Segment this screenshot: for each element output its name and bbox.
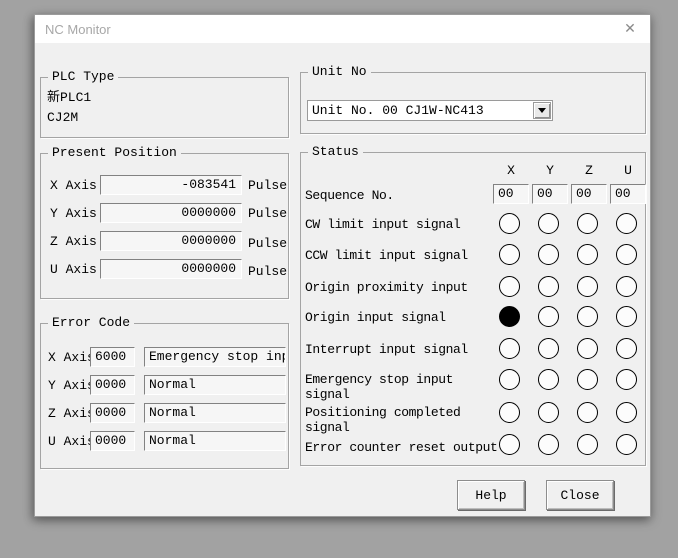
status-indicator (616, 213, 637, 234)
status-indicator (616, 338, 637, 359)
sequence-no-field: 00 (571, 184, 607, 204)
signal-label: Emergency stop input signal (305, 372, 453, 402)
unit-no-combobox[interactable]: Unit No. 00 CJ1W-NC413 (307, 100, 553, 121)
column-header-x: X (493, 164, 529, 178)
status-indicator (499, 306, 520, 327)
combo-dropdown-button[interactable] (533, 102, 551, 119)
column-header-z: Z (571, 164, 607, 178)
titlebar: NC Monitor ✕ (35, 15, 650, 43)
present-position-group: Present Position X Axis -083541 Pulse Y … (40, 153, 289, 299)
error-description-field: Normal (144, 375, 286, 395)
status-indicator (577, 306, 598, 327)
nc-monitor-dialog: NC Monitor ✕ PLC Type 新PLC1 CJ2M Unit No… (34, 14, 651, 517)
status-indicator (499, 402, 520, 423)
error-code-field: 0000 (90, 431, 135, 451)
status-indicator (538, 369, 559, 390)
error-code-field: 0000 (90, 403, 135, 423)
signal-label: Positioning completed signal (305, 405, 460, 435)
close-icon[interactable]: ✕ (618, 19, 642, 39)
unit-no-group-title: Unit No (308, 64, 371, 80)
axis-label: Z Axis (48, 406, 95, 422)
sequence-no-field: 00 (493, 184, 529, 204)
error-description-field: Emergency stop inpu (144, 347, 286, 367)
signal-label: Interrupt input signal (305, 342, 468, 357)
plc-type-group: PLC Type 新PLC1 CJ2M (40, 77, 289, 138)
chevron-down-icon (538, 108, 546, 117)
status-indicator (538, 338, 559, 359)
position-value-field: 0000000 (100, 259, 242, 279)
status-indicator (499, 369, 520, 390)
status-indicator (499, 276, 520, 297)
sequence-no-field: 00 (610, 184, 646, 204)
status-indicator (538, 402, 559, 423)
unit-label: Pulse (248, 206, 287, 222)
status-indicator (577, 369, 598, 390)
status-indicator (616, 369, 637, 390)
signal-label: CCW limit input signal (305, 248, 468, 263)
axis-label: U Axis (50, 262, 97, 278)
signal-label: Origin input signal (305, 310, 446, 325)
status-indicator (499, 244, 520, 265)
error-code-field: 0000 (90, 375, 135, 395)
sequence-no-label: Sequence No. (305, 188, 394, 204)
status-indicator (577, 434, 598, 455)
error-code-group: Error Code X Axis 6000 Emergency stop in… (40, 323, 289, 469)
status-indicator (616, 434, 637, 455)
unit-label: Pulse (248, 236, 287, 252)
unit-no-selected-value: Unit No. 00 CJ1W-NC413 (312, 102, 484, 120)
status-indicator (538, 213, 559, 234)
status-indicator (577, 276, 598, 297)
unit-no-group: Unit No Unit No. 00 CJ1W-NC413 (300, 72, 646, 134)
status-indicator (538, 306, 559, 327)
close-button[interactable]: Close (546, 480, 614, 510)
status-indicator (577, 402, 598, 423)
status-indicator (499, 213, 520, 234)
status-indicator (538, 244, 559, 265)
status-indicator (616, 402, 637, 423)
position-value-field: 0000000 (100, 231, 242, 251)
signal-label: Origin proximity input (305, 280, 468, 295)
status-indicator (577, 338, 598, 359)
plc-name-text: 新PLC1 (47, 90, 91, 106)
unit-label: Pulse (248, 178, 287, 194)
axis-label: U Axis (48, 434, 95, 450)
axis-label: X Axis (50, 178, 97, 194)
error-description-field: Normal (144, 403, 286, 423)
error-description-field: Normal (144, 431, 286, 451)
position-value-field: -083541 (100, 175, 242, 195)
column-header-y: Y (532, 164, 568, 178)
axis-label: Z Axis (50, 234, 97, 250)
present-position-group-title: Present Position (48, 145, 181, 161)
status-group-title: Status (308, 144, 363, 160)
help-button[interactable]: Help (457, 480, 525, 510)
column-header-u: U (610, 164, 646, 178)
error-code-field: 6000 (90, 347, 135, 367)
status-indicator (538, 434, 559, 455)
window-title: NC Monitor (35, 22, 111, 37)
status-group: Status X Y Z U Sequence No. 00 00 00 00 … (300, 152, 646, 466)
status-indicator (577, 213, 598, 234)
status-indicator (538, 276, 559, 297)
sequence-no-field: 00 (532, 184, 568, 204)
status-indicator (616, 306, 637, 327)
status-indicator (499, 338, 520, 359)
status-indicator (616, 276, 637, 297)
plc-model-text: CJ2M (47, 110, 78, 126)
unit-label: Pulse (248, 264, 287, 280)
plc-type-group-title: PLC Type (48, 69, 118, 85)
signal-label: CW limit input signal (305, 217, 460, 232)
error-code-group-title: Error Code (48, 315, 134, 331)
status-indicator (616, 244, 637, 265)
status-indicator (577, 244, 598, 265)
position-value-field: 0000000 (100, 203, 242, 223)
axis-label: X Axis (48, 350, 95, 366)
axis-label: Y Axis (48, 378, 95, 394)
status-indicator (499, 434, 520, 455)
axis-label: Y Axis (50, 206, 97, 222)
signal-label: Error counter reset output (305, 440, 497, 455)
